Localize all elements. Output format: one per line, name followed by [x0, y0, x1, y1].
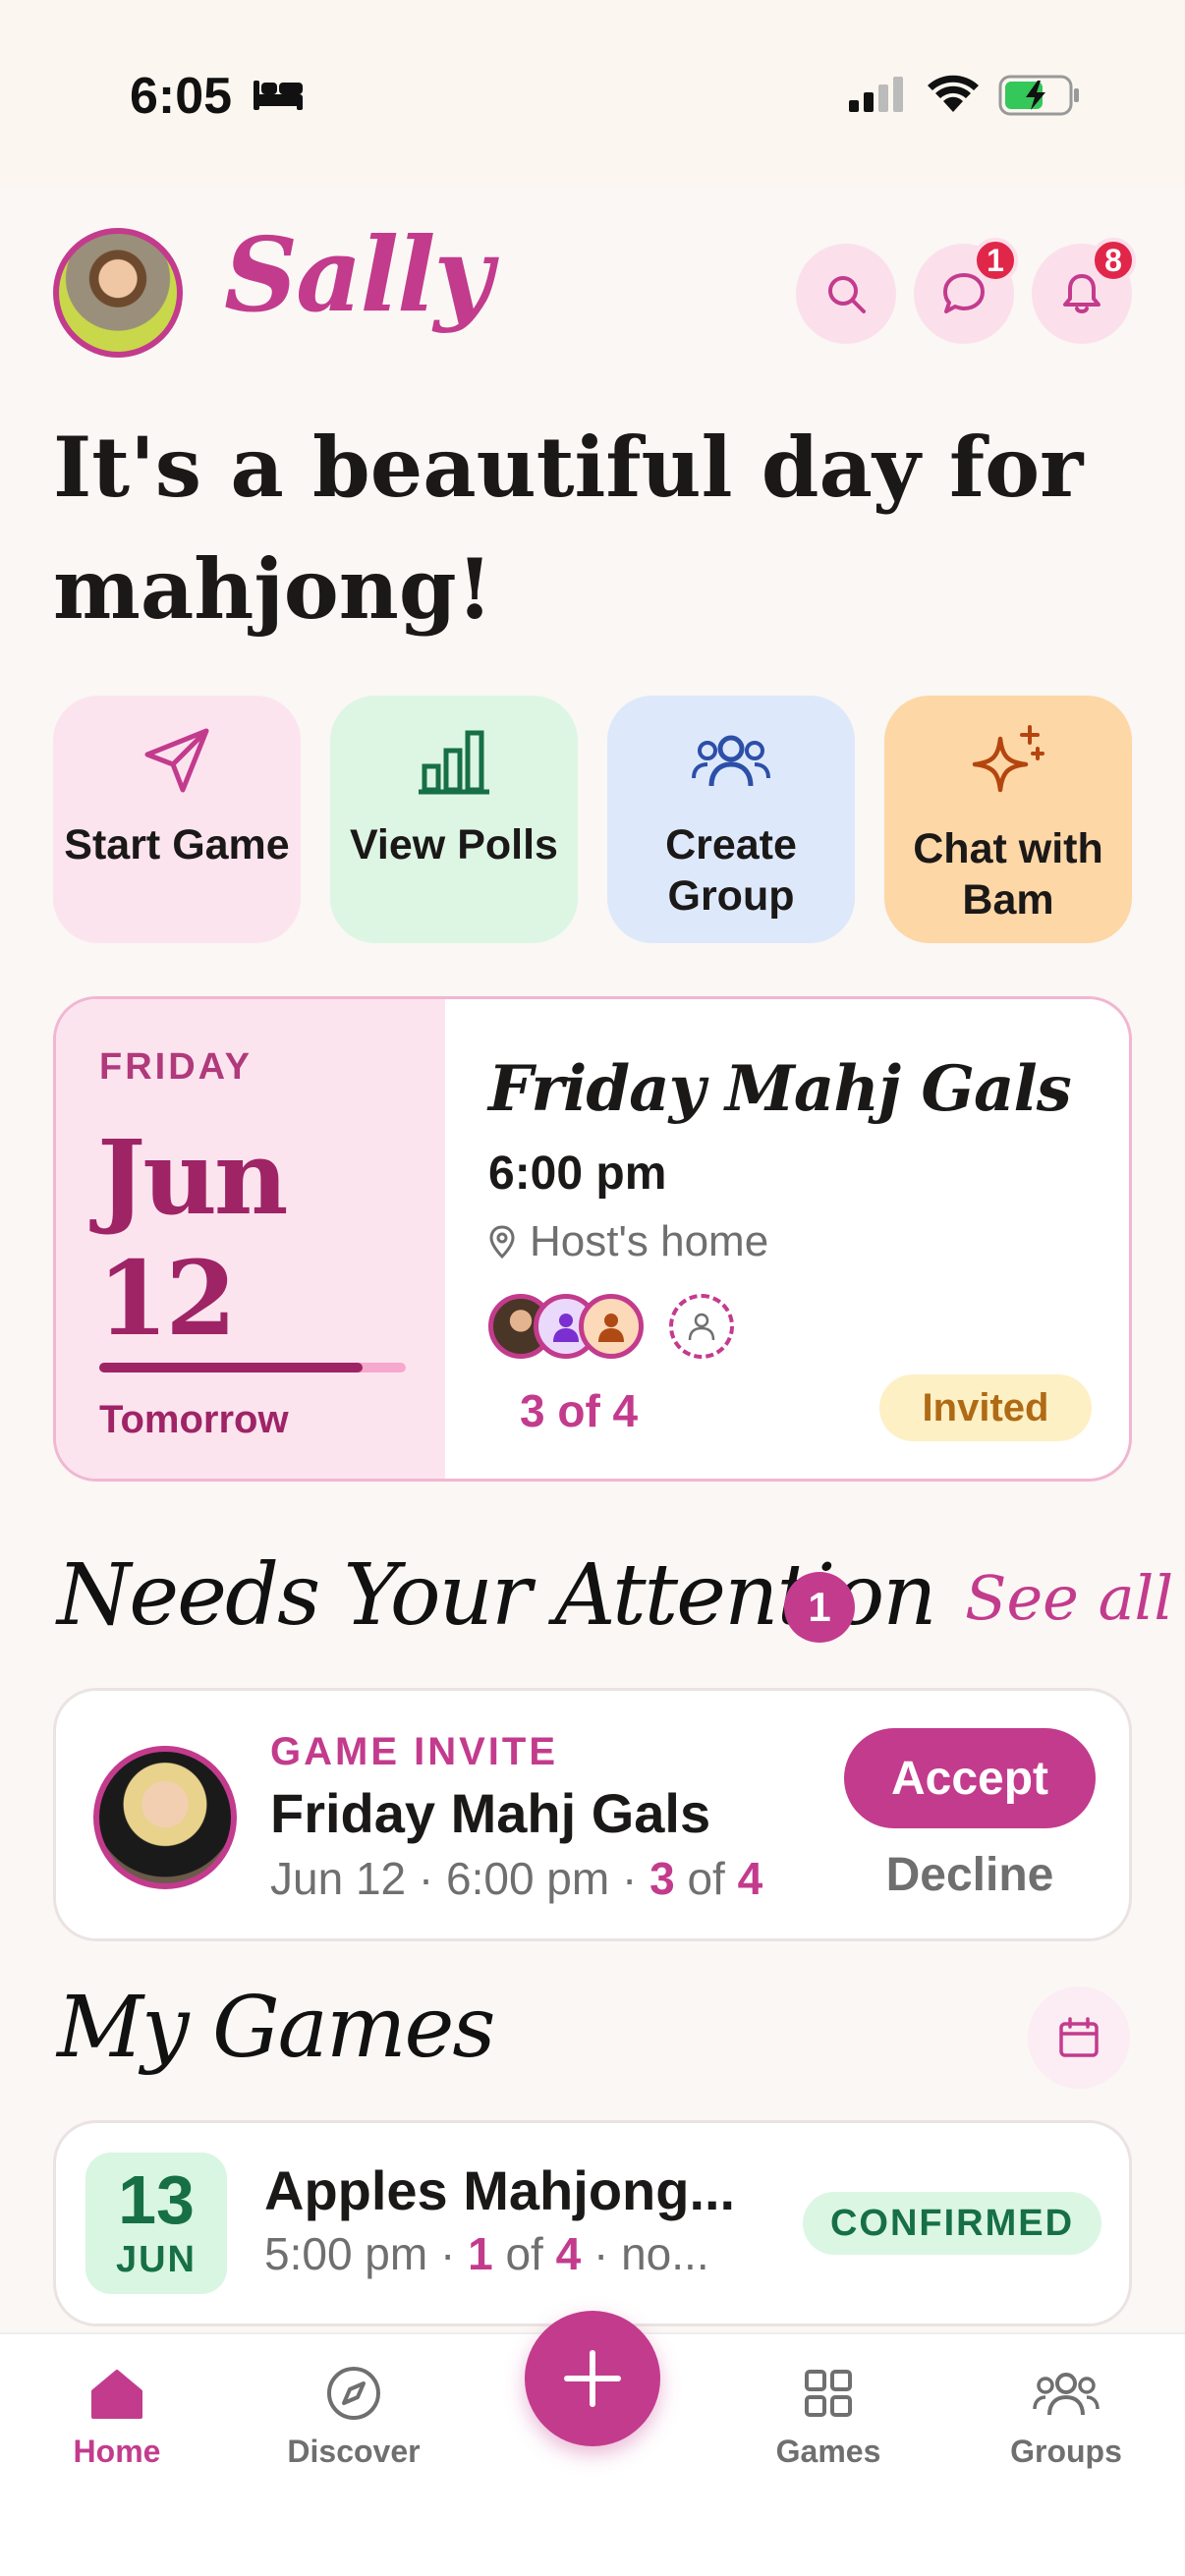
- game-meta: 5:00 pm · 1 of 4 · no...: [264, 2227, 709, 2280]
- view-polls-label: View Polls: [350, 821, 558, 868]
- game-status-badge: CONFIRMED: [803, 2192, 1101, 2255]
- game-of-text: of: [492, 2228, 556, 2279]
- event-title: Friday Mahj Gals: [488, 1052, 1072, 1126]
- chat-with-bam-label: Chat with Bam: [913, 825, 1103, 924]
- event-attendee-count: 3 of 4: [520, 1385, 639, 1436]
- game-joined-count: 1: [468, 2228, 493, 2279]
- users-icon: [1033, 2373, 1100, 2416]
- event-date-panel: FRIDAY Jun 12 Tomorrow: [56, 999, 445, 1479]
- tab-groups[interactable]: Groups: [968, 2364, 1164, 2470]
- invite-joined-count: 3: [649, 1853, 675, 1904]
- search-button[interactable]: [796, 244, 896, 344]
- chat-with-bam-button[interactable]: Chat with Bam: [884, 696, 1132, 943]
- attendee-avatar: [579, 1294, 644, 1359]
- wifi-icon: [928, 75, 979, 112]
- event-weekday: FRIDAY: [99, 1046, 253, 1088]
- game-month: JUN: [115, 2239, 198, 2280]
- invite-meta: Jun 12 · 6:00 pm · 3 of 4: [270, 1852, 762, 1905]
- tab-games-label: Games: [775, 2434, 881, 2469]
- inviter-avatar: [93, 1746, 237, 1889]
- tab-groups-label: Groups: [1010, 2434, 1122, 2469]
- plus-icon: [564, 2350, 621, 2407]
- location-pin-icon: [489, 1225, 515, 1259]
- start-game-button[interactable]: Start Game: [53, 696, 301, 943]
- game-invite-card[interactable]: GAME INVITE Friday Mahj Gals Jun 12 · 6:…: [53, 1688, 1132, 1941]
- calendar-icon: [1059, 2017, 1099, 2057]
- tab-home-label: Home: [73, 2434, 161, 2469]
- bar-chart-icon: [419, 730, 489, 795]
- game-day: 13: [118, 2161, 195, 2238]
- battery-charging-icon: [998, 75, 1079, 116]
- grid-icon: [805, 2370, 852, 2417]
- users-icon: [692, 735, 770, 787]
- sparkle-icon: [972, 725, 1044, 793]
- event-location: Host's home: [488, 1217, 768, 1266]
- person-outline-icon: [688, 1313, 715, 1341]
- open-seat-slot: [669, 1294, 734, 1359]
- notifications-badge: 8: [1091, 238, 1136, 283]
- calendar-button[interactable]: [1028, 1987, 1130, 2089]
- create-group-button[interactable]: Create Group: [607, 696, 855, 943]
- person-icon: [598, 1314, 624, 1342]
- invite-type-label: GAME INVITE: [270, 1730, 559, 1773]
- messages-button[interactable]: 1: [914, 238, 1018, 344]
- see-all-link[interactable]: See all: [965, 1562, 1173, 1634]
- invite-of-text: of: [674, 1853, 738, 1904]
- view-polls-button[interactable]: View Polls: [330, 696, 578, 943]
- game-title: Apples Mahjong...: [264, 2159, 736, 2221]
- status-bar: 6:05: [0, 0, 1185, 187]
- home-icon: [91, 2370, 142, 2419]
- my-games-section-title: My Games: [57, 1979, 496, 2077]
- tab-home[interactable]: Home: [19, 2364, 215, 2470]
- event-status-badge: Invited: [879, 1374, 1092, 1441]
- invite-total-count: 4: [737, 1853, 763, 1904]
- tab-games[interactable]: Games: [730, 2364, 927, 2470]
- event-date: Jun 12: [97, 1117, 288, 1359]
- game-meta-suffix: · no...: [581, 2228, 709, 2279]
- invite-title: Friday Mahj Gals: [270, 1782, 711, 1844]
- status-time: 6:05: [130, 68, 233, 125]
- cellular-signal-icon: [849, 77, 903, 112]
- bed-icon: [254, 81, 303, 110]
- messages-badge: 1: [973, 238, 1018, 283]
- send-icon: [144, 728, 209, 793]
- tab-discover-label: Discover: [287, 2434, 421, 2469]
- game-time-text: 5:00 pm ·: [264, 2228, 469, 2279]
- user-avatar[interactable]: [53, 228, 183, 358]
- notifications-button[interactable]: 8: [1032, 238, 1136, 344]
- game-date-tile: 13 JUN: [85, 2153, 227, 2294]
- accept-button[interactable]: Accept: [844, 1728, 1096, 1828]
- event-countdown-bar: [99, 1363, 406, 1372]
- event-relative-day: Tomorrow: [99, 1398, 289, 1441]
- attention-count-badge: 1: [784, 1572, 855, 1643]
- upcoming-event-card[interactable]: FRIDAY Jun 12 Tomorrow Friday Mahj Gals …: [53, 996, 1132, 1482]
- create-group-label: Create Group: [665, 821, 797, 920]
- game-total-count: 4: [555, 2228, 582, 2279]
- event-time: 6:00 pm: [488, 1148, 667, 1200]
- add-button[interactable]: [525, 2311, 660, 2446]
- event-countdown-fill: [99, 1363, 364, 1372]
- decline-button[interactable]: Decline: [844, 1848, 1096, 1902]
- event-location-text: Host's home: [530, 1217, 769, 1265]
- start-game-label: Start Game: [64, 821, 290, 868]
- user-name: Sally: [224, 214, 493, 335]
- tab-discover[interactable]: Discover: [255, 2364, 452, 2470]
- search-icon: [828, 276, 866, 313]
- game-card[interactable]: 13 JUN Apples Mahjong... 5:00 pm · 1 of …: [53, 2120, 1132, 2326]
- compass-icon: [327, 2367, 380, 2420]
- greeting-heading: It's a beautiful day for mahjong!: [53, 419, 1084, 638]
- invite-meta-text: Jun 12 · 6:00 pm ·: [270, 1853, 650, 1904]
